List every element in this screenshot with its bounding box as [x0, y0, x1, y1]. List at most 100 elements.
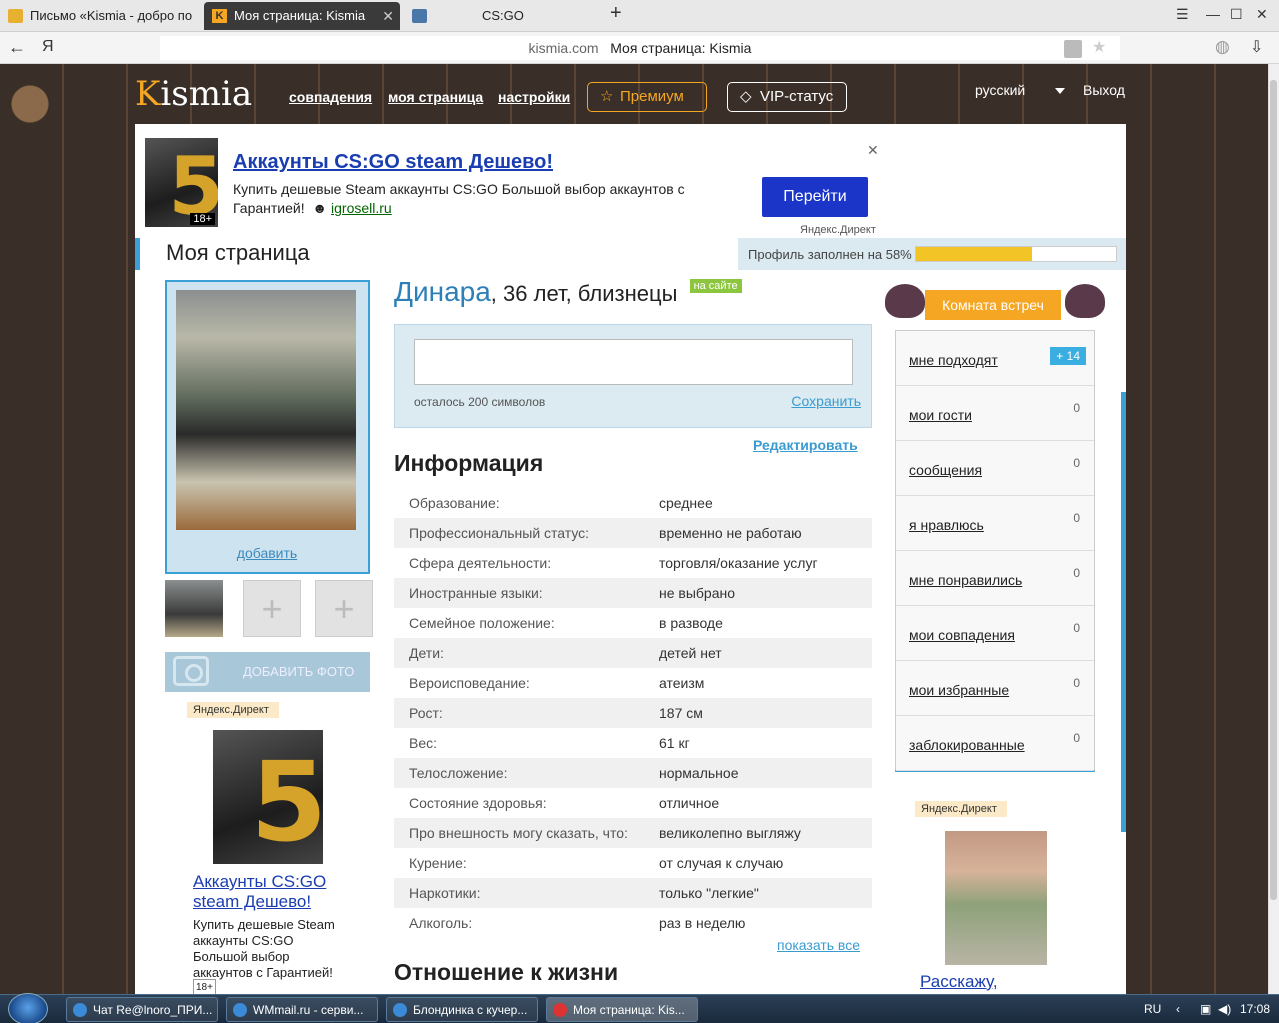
sidebar-menu: мне подходят + 14 мои гости 0 сообщения 0 я нр…	[895, 330, 1095, 772]
nav-settings-link[interactable]: настройки	[498, 89, 570, 105]
ad-side-title-link[interactable]: Аккаунты CS:GO steam Дешево!	[193, 872, 353, 912]
tray-language[interactable]: RU	[1144, 1002, 1161, 1016]
taskbar-item[interactable]: Чат Re@lnoro_ПРИ...	[66, 997, 218, 1022]
ad-money-image[interactable]	[945, 831, 1047, 965]
lock-icon[interactable]	[1064, 40, 1082, 58]
maximize-icon[interactable]: ☐	[1230, 6, 1243, 23]
logo-letter: K	[135, 74, 161, 114]
ad-side-image[interactable]: 5	[213, 730, 323, 864]
close-window-icon[interactable]: ✕	[1256, 6, 1268, 23]
sidebar-item[interactable]: мне понравились 0	[896, 551, 1094, 606]
tab-csgo[interactable]: CS:GO	[452, 2, 602, 30]
profile-fill-bar	[915, 246, 1117, 262]
premium-label: Премиум	[620, 88, 684, 105]
language-select[interactable]: русский	[975, 82, 1065, 98]
ad-right-title-link[interactable]: Расскажу,	[920, 972, 998, 992]
premium-button[interactable]: ☆ Премиум	[587, 82, 707, 112]
sidebar-item-label[interactable]: заблокированные	[909, 737, 1025, 753]
address-field[interactable]: kismia.com Моя страница: Kismia	[160, 36, 1120, 60]
tab-kismia[interactable]: K Моя страница: Kismia ✕	[204, 2, 400, 30]
add-photo-slot[interactable]	[315, 580, 373, 637]
tab-label: Письмо «Kismia - добро по	[30, 8, 193, 23]
yandex-icon[interactable]: Я	[42, 38, 54, 56]
menu-icon[interactable]: ☰	[1176, 6, 1189, 23]
back-icon[interactable]: ←	[8, 37, 26, 58]
logout-link[interactable]: Выход	[1083, 82, 1125, 98]
info-row: Вес: 61 кг	[394, 728, 872, 758]
info-key: Сфера деятельности:	[409, 555, 552, 571]
tab-label: Моя страница: Kismia	[234, 8, 366, 23]
ad-source: Яндекс.Директ	[187, 702, 279, 718]
add-photo-slot[interactable]	[243, 580, 301, 637]
ad-source: Яндекс.Директ	[915, 801, 1007, 817]
sidebar-item-label[interactable]: мне понравились	[909, 572, 1022, 588]
sidebar-item[interactable]: мои гости 0	[896, 386, 1094, 441]
mail-icon	[8, 9, 23, 23]
ad-image[interactable]: 5 18+	[145, 138, 218, 227]
new-tab-icon[interactable]: +	[610, 2, 622, 25]
profile-name-line: Динара, 36 лет, близнецы на сайте	[394, 276, 742, 308]
status-box: осталось 200 символов Сохранить	[394, 324, 872, 428]
close-icon[interactable]: ✕	[867, 142, 879, 159]
sidebar-item-label[interactable]: я нравлюсь	[909, 517, 984, 533]
sidebar-item[interactable]: заблокированные 0	[896, 716, 1094, 771]
taskbar-item[interactable]: WMmail.ru - серви...	[226, 997, 378, 1022]
sidebar-item-label[interactable]: мои избранные	[909, 682, 1009, 698]
minimize-icon[interactable]: —	[1206, 6, 1220, 22]
network-icon[interactable]: ▣	[1200, 1002, 1211, 1016]
photo-add-link[interactable]: добавить	[167, 545, 367, 561]
sidebar-item-label[interactable]: мои гости	[909, 407, 972, 423]
status-input[interactable]	[414, 339, 853, 385]
info-value: атеизм	[659, 675, 705, 691]
taskbar-item-label: Чат Re@lnoro_ПРИ...	[93, 1003, 213, 1017]
volume-icon[interactable]: ◀)	[1218, 1002, 1231, 1016]
sidebar-item[interactable]: мои совпадения 0	[896, 606, 1094, 661]
edit-link[interactable]: Редактировать	[753, 437, 858, 453]
nav-mypage-link[interactable]: моя страница	[388, 89, 483, 105]
tray-clock[interactable]: 17:08	[1240, 1002, 1270, 1016]
meeting-room-banner[interactable]: Комната встреч	[883, 284, 1105, 320]
sidebar-item[interactable]: я нравлюсь 0	[896, 496, 1094, 551]
star-icon[interactable]: ★	[1092, 37, 1106, 57]
taskbar: Чат Re@lnoro_ПРИ... WMmail.ru - серви...…	[0, 993, 1279, 1023]
save-status-link[interactable]: Сохранить	[791, 393, 861, 409]
sidebar-item-count: + 14	[1050, 347, 1086, 365]
info-row: Профессиональный статус: временно не рабо…	[394, 518, 872, 548]
photo-thumbnail[interactable]	[165, 580, 223, 637]
add-photo-button[interactable]: ДОБАВИТЬ ФОТО	[165, 652, 370, 692]
download-icon[interactable]: ⇩	[1250, 37, 1263, 57]
ad-go-button[interactable]: Перейти	[762, 177, 868, 217]
tab-mail[interactable]: Письмо «Kismia - добро по	[0, 2, 200, 30]
vip-button[interactable]: ◇ VIP-статус	[727, 82, 847, 112]
kismia-logo[interactable]: Kismia	[135, 74, 252, 114]
sidebar-item-label[interactable]: мои совпадения	[909, 627, 1015, 643]
sidebar-item[interactable]: мои избранные 0	[896, 661, 1094, 716]
ad-site-link[interactable]: igrosell.ru	[331, 200, 392, 216]
show-all-link[interactable]: показать все	[777, 937, 860, 953]
status-char-count: осталось 200 символов	[414, 395, 546, 409]
sidebar-item[interactable]: мне подходят + 14	[896, 331, 1094, 386]
tab-vk[interactable]	[404, 2, 444, 30]
ad-title-link[interactable]: Аккаунты CS:GO steam Дешево!	[233, 151, 553, 174]
taskbar-item[interactable]: Блондинка с кучер...	[386, 997, 538, 1022]
close-tab-icon[interactable]: ✕	[382, 2, 394, 30]
sidebar-item-label[interactable]: сообщения	[909, 462, 982, 478]
scrollbar-thumb[interactable]	[1270, 80, 1277, 900]
globe-icon[interactable]: ◍	[1215, 37, 1230, 57]
info-value: нормальное	[659, 765, 739, 781]
info-value: от случая к случаю	[659, 855, 784, 871]
info-value: в разводе	[659, 615, 723, 631]
ad-description: Купить дешевые Steam аккаунты CS:GO Боль…	[233, 181, 685, 216]
add-photo-label: ДОБАВИТЬ ФОТО	[243, 664, 355, 679]
logo-text: ismia	[160, 74, 253, 114]
sidebar-item[interactable]: сообщения 0	[896, 441, 1094, 496]
start-button[interactable]	[8, 993, 48, 1023]
tray-chevron-icon[interactable]: ‹	[1176, 1002, 1180, 1016]
info-value: среднее	[659, 495, 713, 511]
taskbar-item[interactable]: Моя страница: Kis...	[546, 997, 698, 1022]
address-domain: kismia.com	[528, 40, 599, 56]
profile-photo[interactable]	[176, 290, 356, 530]
nav-matches-link[interactable]: совпадения	[289, 89, 372, 105]
sidebar-item-label[interactable]: мне подходят	[909, 352, 998, 368]
info-key: Алкоголь:	[409, 915, 473, 931]
